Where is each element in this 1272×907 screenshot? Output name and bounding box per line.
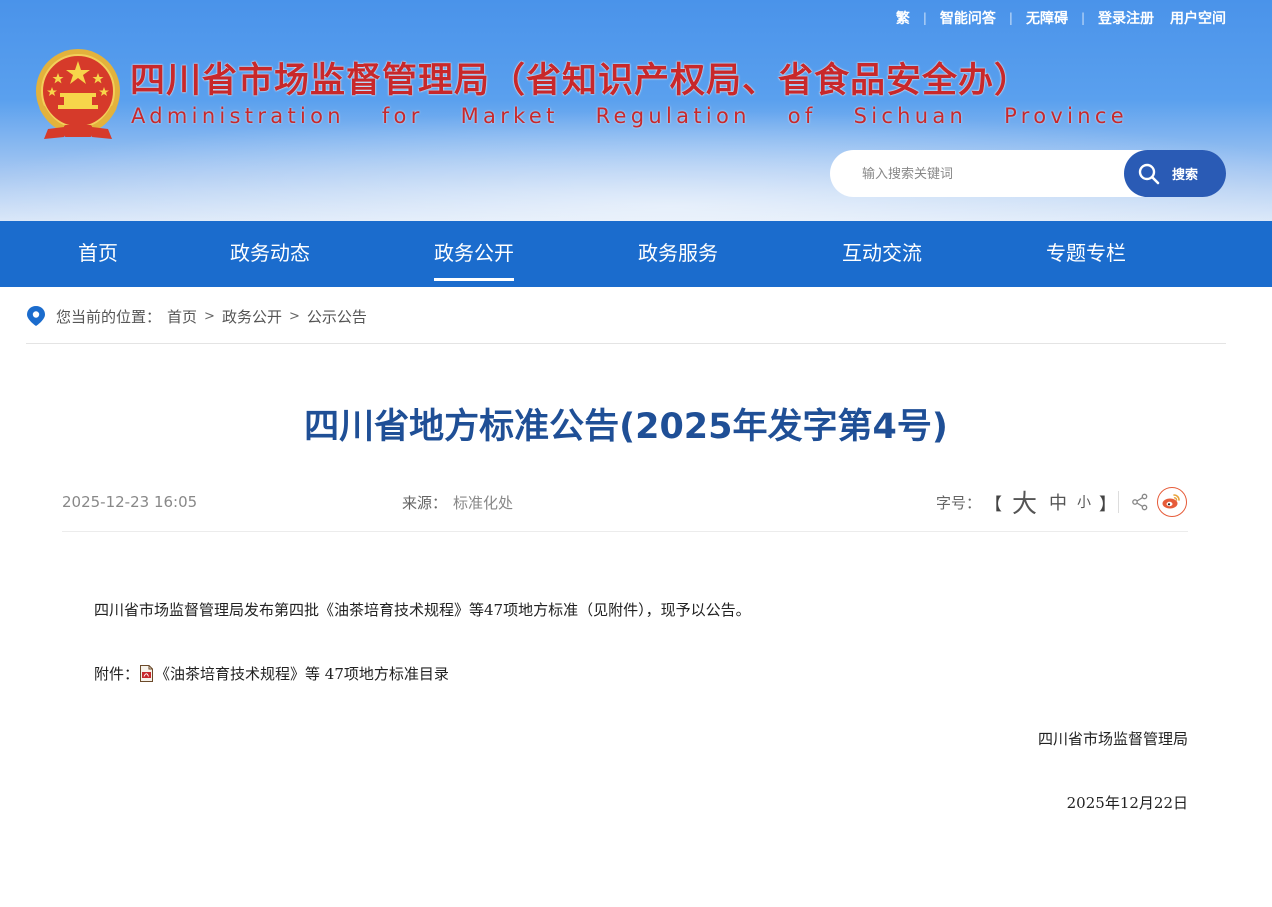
site-title-en-word: Regulation: [595, 104, 751, 128]
font-size-large-button[interactable]: 大: [1012, 484, 1037, 520]
site-title-english: Administration for Market Regulation of …: [131, 104, 1154, 128]
national-emblem-icon: [36, 49, 120, 139]
site-title-en-word: for: [381, 104, 424, 128]
article-datetime: 2025-12-23 16:05: [62, 493, 198, 511]
weibo-icon: [1162, 494, 1180, 509]
font-size-control: 字号： 【 大 中 小 】: [936, 489, 1120, 518]
traditional-chinese-link[interactable]: 繁: [896, 8, 910, 28]
font-size-bracket-open: 【: [985, 494, 1003, 515]
nav-item-special-topics[interactable]: 专题专栏: [1046, 221, 1126, 287]
article-paragraph: 四川省市场监督管理局发布第四批《油茶培育技术规程》等47项地方标准（见附件），现…: [94, 601, 751, 619]
top-link-separator: |: [1008, 11, 1013, 25]
top-link-separator: |: [922, 11, 927, 25]
breadcrumb-announcements[interactable]: 公示公告: [307, 306, 367, 327]
site-title-en-word: Administration: [131, 104, 345, 128]
nav-item-news[interactable]: 政务动态: [230, 221, 310, 287]
main-nav: 首页 政务动态 政务公开 政务服务 互动交流 专题专栏: [0, 221, 1272, 287]
article-title: 四川省地方标准公告(2025年发字第4号): [304, 407, 948, 447]
article-source: 来源： 标准化处: [402, 491, 513, 513]
breadcrumb-separator: >: [204, 308, 215, 324]
site-title-en-word: Province: [1004, 104, 1128, 128]
breadcrumb-divider: [26, 343, 1226, 344]
search-button[interactable]: 搜索: [1124, 150, 1226, 197]
search-input[interactable]: [862, 163, 1112, 185]
search-button-label: 搜索: [1172, 168, 1199, 183]
font-size-label: 字号：: [936, 493, 982, 512]
attachment-link[interactable]: 《油茶培育技术规程》等 47项地方标准目录: [155, 663, 449, 684]
header: 繁 | 智能问答 | 无障碍 | 登录注册 用户空间 四川省市场监督管理局（省知…: [0, 0, 1272, 221]
attachment-label: 附件：: [94, 665, 140, 683]
meta-divider: [1118, 491, 1119, 513]
font-size-medium-button[interactable]: 中: [1049, 489, 1067, 515]
search-icon: [1138, 163, 1160, 184]
weibo-share-button[interactable]: [1157, 487, 1187, 517]
breadcrumb: 您当前的位置： 首页 > 政务公开 > 公示公告: [26, 305, 367, 327]
search-box: 搜索: [830, 150, 1226, 197]
top-link-separator: |: [1080, 11, 1085, 25]
site-title-en-word: of: [787, 104, 817, 128]
nav-item-gov-services[interactable]: 政务服务: [638, 221, 718, 287]
nav-item-gov-open[interactable]: 政务公开: [434, 221, 514, 287]
site-title-en-word: Market: [460, 104, 559, 128]
article-sign-date: 2025年12月22日: [1066, 794, 1188, 812]
source-value: 标准化处: [453, 493, 514, 512]
breadcrumb-prefix: 您当前的位置：: [56, 307, 162, 326]
source-label: 来源：: [402, 493, 448, 512]
site-title: 四川省市场监督管理局（省知识产权局、省食品安全办）: [130, 61, 1031, 101]
breadcrumb-separator: >: [288, 308, 300, 324]
breadcrumb-home[interactable]: 首页: [167, 306, 197, 327]
nav-item-interaction[interactable]: 互动交流: [842, 221, 922, 287]
accessibility-link[interactable]: 无障碍: [1026, 8, 1068, 28]
user-space-link[interactable]: 用户空间: [1170, 8, 1226, 28]
nav-item-home[interactable]: 首页: [78, 221, 118, 287]
article-signature: 四川省市场监督管理局: [1037, 730, 1188, 748]
breadcrumb-gov-open[interactable]: 政务公开: [222, 306, 282, 327]
top-links: 繁 | 智能问答 | 无障碍 | 登录注册 用户空间: [896, 9, 1226, 27]
font-size-small-button[interactable]: 小: [1077, 492, 1091, 512]
share-icon[interactable]: [1131, 493, 1149, 511]
pdf-file-icon: [140, 665, 154, 682]
site-title-en-word: Sichuan: [853, 104, 968, 128]
login-register-link[interactable]: 登录注册: [1098, 8, 1154, 28]
smart-qa-link[interactable]: 智能问答: [940, 8, 996, 28]
location-pin-icon: [27, 306, 45, 326]
article-attachment: 附件： 《油茶培育技术规程》等 47项地方标准目录: [94, 663, 449, 684]
font-size-bracket-close: 】: [1099, 494, 1117, 515]
meta-bottom-divider: [62, 531, 1188, 532]
